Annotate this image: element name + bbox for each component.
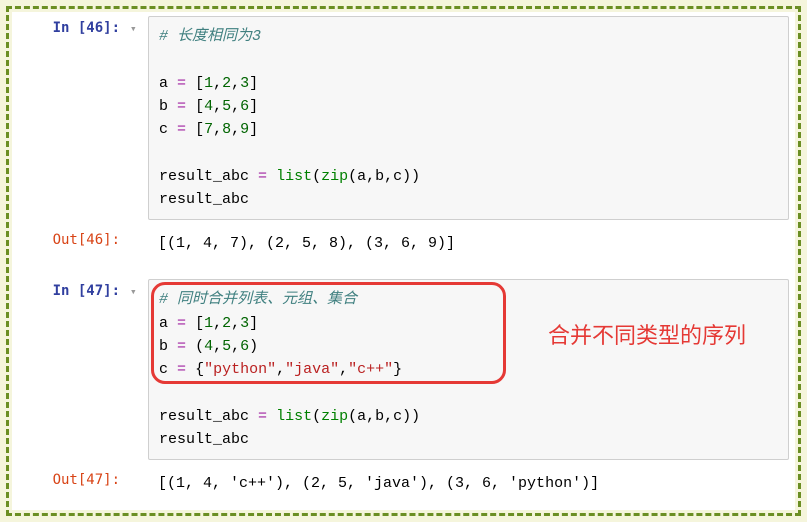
in-prompt-47: In [47]: [12, 275, 130, 307]
var-result-47: result_abc [159, 408, 249, 425]
output-text-46: [(1, 4, 7), (2, 5, 8), (3, 6, 9)] [148, 224, 795, 263]
cell-46-input: In [46]: ▾ # 长度相同为3 a = [1,2,3] b = [4,5… [12, 12, 795, 224]
var-a: a [159, 75, 168, 92]
comment-46: # 长度相同为3 [159, 28, 261, 45]
cell-46-output: Out[46]: [(1, 4, 7), (2, 5, 8), (3, 6, 9… [12, 224, 795, 263]
out-prompt-46: Out[46]: [12, 224, 130, 256]
var-b-47: b [159, 338, 168, 355]
toggle-icon[interactable]: ▾ [130, 275, 148, 299]
toggle-icon[interactable]: ▾ [130, 12, 148, 36]
code-input-47[interactable]: # 同时合并列表、元组、集合 a = [1,2,3] b = (4,5,6) c… [148, 279, 789, 460]
comment-47: # 同时合并列表、元组、集合 [159, 291, 357, 308]
var-a-47: a [159, 315, 168, 332]
in-prompt-46: In [46]: [12, 12, 130, 44]
output-text-47: [(1, 4, 'c++'), (2, 5, 'java'), (3, 6, '… [148, 464, 795, 503]
var-b: b [159, 98, 168, 115]
var-c-47: c [159, 361, 168, 378]
cell-47-input: In [47]: ▾ # 同时合并列表、元组、集合 a = [1,2,3] b … [12, 275, 795, 464]
var-c: c [159, 121, 168, 138]
out-prompt-47: Out[47]: [12, 464, 130, 496]
code-input-46[interactable]: # 长度相同为3 a = [1,2,3] b = [4,5,6] c = [7,… [148, 16, 789, 220]
var-result: result_abc [159, 168, 249, 185]
notebook-container: In [46]: ▾ # 长度相同为3 a = [1,2,3] b = [4,5… [12, 12, 795, 510]
cell-47-output: Out[47]: [(1, 4, 'c++'), (2, 5, 'java'),… [12, 464, 795, 503]
